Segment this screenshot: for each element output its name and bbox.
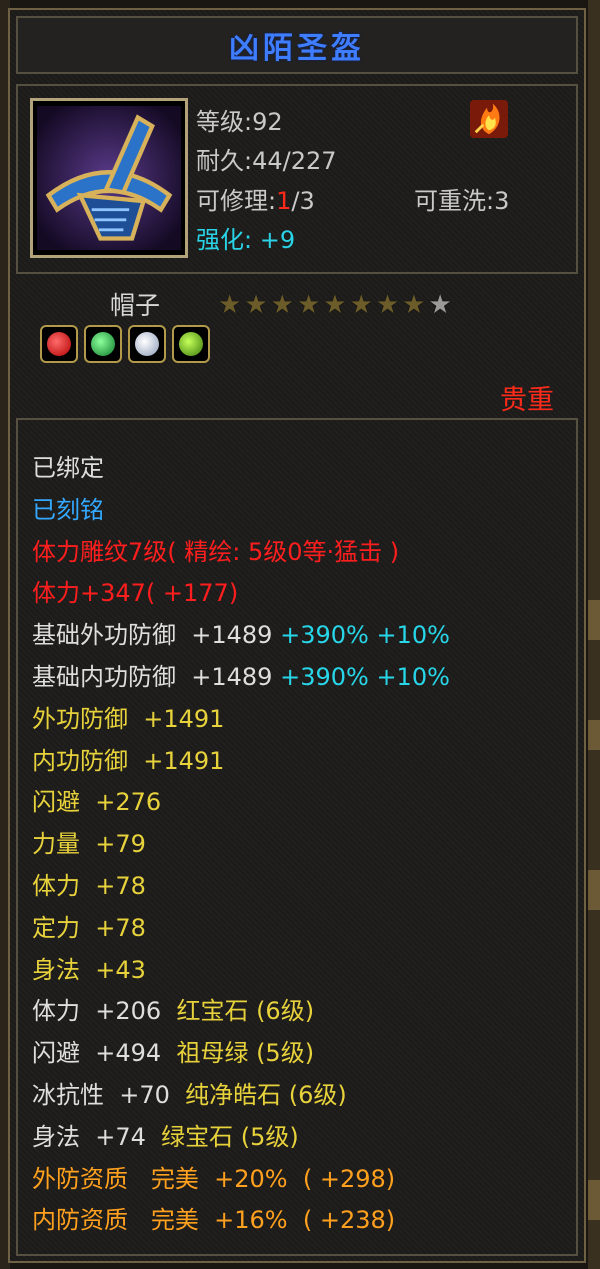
item-tooltip: 凶陌圣盔 等级:92 耐久:44/227 可修理:1/3 可重洗:3 强化: +… <box>8 8 586 1263</box>
right-edge-mark <box>588 1180 600 1220</box>
gem-slot[interactable] <box>40 325 78 363</box>
gem2-stat: 闪避 +494 <box>32 1039 162 1068</box>
carving-line: 体力雕纹7级( 精绘: 5级0等·猛击 ) <box>32 537 400 566</box>
stamina-bonus-line: 体力+347( +177) <box>32 579 239 608</box>
gem1-stat: 体力 +206 <box>32 997 162 1026</box>
int-aptitude-line: 内防资质 完美 +16% ( +238) <box>32 1206 396 1235</box>
gem4-stat: 身法 +74 <box>32 1122 146 1151</box>
dodge-line: 闪避 +276 <box>32 788 162 817</box>
base-int-def-pct2: +10% <box>368 662 450 691</box>
agility-line: 身法 +43 <box>32 955 146 984</box>
gem3-line: 冰抗性 +70 纯净皓石 (6级) <box>32 1075 568 1117</box>
rarity-label: 贵重 <box>500 385 554 416</box>
star-rating: ★ ★ ★ ★ ★ ★ ★ ★ ★ <box>218 292 452 318</box>
attribute-list: 已绑定 已刻铭 体力雕纹7级( 精绘: 5级0等·猛击 ) 体力+347( +1… <box>32 448 568 1242</box>
star-icon: ★ <box>402 290 426 320</box>
item-level: 等级:92 <box>196 108 283 136</box>
item-icon-frame <box>30 98 188 258</box>
item-info-box: 等级:92 耐久:44/227 可修理:1/3 可重洗:3 强化: +9 <box>16 84 578 274</box>
base-ext-def-pct1: +390% <box>272 621 369 650</box>
ruby-gem-icon <box>47 332 71 356</box>
engraved-status: 已刻铭 <box>32 495 104 524</box>
item-name: 凶陌圣盔 <box>229 31 365 66</box>
gem2-line: 闪避 +494 祖母绿 (5级) <box>32 1033 568 1075</box>
int-def-line: 内功防御 +1491 <box>32 746 225 775</box>
base-int-def-line: 基础内功防御 +1489 +390% +10% <box>32 657 568 699</box>
green-gem-icon <box>179 332 203 356</box>
star-icon: ★ <box>218 290 242 320</box>
flame-icon[interactable] <box>470 100 508 138</box>
diamond-gem-icon <box>135 332 159 356</box>
item-type: 帽子 <box>110 291 161 320</box>
star-icon: ★ <box>270 290 294 320</box>
right-edge <box>588 0 600 1269</box>
bound-status: 已绑定 <box>32 454 104 482</box>
gem-slots <box>40 325 210 363</box>
strength-line: 力量 +79 <box>32 830 146 859</box>
star-empty-icon: ★ <box>428 290 452 320</box>
gem2-name: 祖母绿 (5级) <box>161 1039 315 1068</box>
item-rewash-count: 可重洗:3 <box>414 187 510 215</box>
base-int-def-pct1: +390% <box>272 662 369 691</box>
star-icon: ★ <box>375 290 400 320</box>
gem4-line: 身法 +74 绿宝石 (5级) <box>32 1117 568 1159</box>
emerald-gem-icon <box>91 332 115 356</box>
base-ext-def-pct2: +10% <box>368 621 450 650</box>
gem-slot[interactable] <box>172 325 210 363</box>
gem1-line: 体力 +206 红宝石 (6级) <box>32 991 568 1033</box>
repair-current: 1 <box>276 187 292 215</box>
base-ext-def-label: 基础外功防御 +1489 <box>32 621 273 650</box>
star-icon: ★ <box>349 290 373 320</box>
focus-line: 定力 +78 <box>32 913 146 942</box>
repair-label: 可修理: <box>196 187 277 215</box>
attributes-box: 已绑定 已刻铭 体力雕纹7级( 精绘: 5级0等·猛击 ) 体力+347( +1… <box>16 418 578 1256</box>
right-edge-mark <box>588 600 600 640</box>
helmet-icon <box>37 106 181 250</box>
item-repair-count: 可修理:1/3 <box>196 181 315 216</box>
title-bar: 凶陌圣盔 <box>16 16 578 74</box>
star-icon: ★ <box>296 290 321 320</box>
base-int-def-label: 基础内功防御 +1489 <box>32 662 273 691</box>
item-durability: 耐久:44/227 <box>196 147 337 175</box>
item-enhance: 强化: +9 <box>196 226 296 254</box>
repair-max: /3 <box>291 187 315 215</box>
ext-aptitude-line: 外防资质 完美 +20% ( +298) <box>32 1164 396 1193</box>
gem1-name: 红宝石 (6级) <box>161 997 315 1026</box>
gem3-stat: 冰抗性 +70 <box>32 1080 170 1109</box>
gem-slot[interactable] <box>128 325 166 363</box>
gem3-name: 纯净皓石 (6级) <box>169 1080 347 1109</box>
star-icon: ★ <box>323 290 347 320</box>
stamina-line: 体力 +78 <box>32 871 146 900</box>
star-icon: ★ <box>244 290 268 320</box>
gem4-name: 绿宝石 (5级) <box>145 1122 299 1151</box>
gem-slot[interactable] <box>84 325 122 363</box>
base-ext-def-line: 基础外功防御 +1489 +390% +10% <box>32 615 568 657</box>
right-edge-mark <box>588 720 600 750</box>
right-edge-mark <box>588 870 600 910</box>
ext-def-line: 外功防御 +1491 <box>32 704 225 733</box>
